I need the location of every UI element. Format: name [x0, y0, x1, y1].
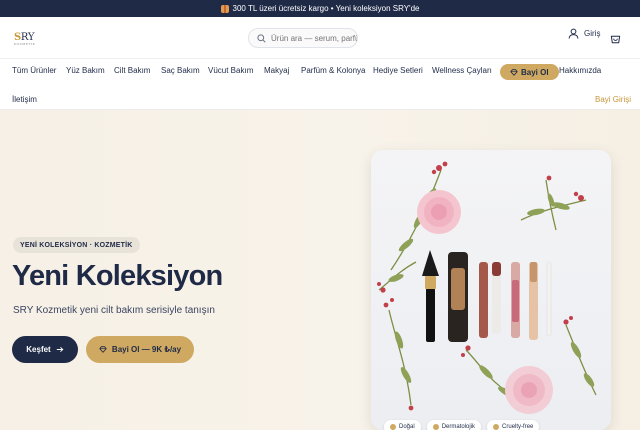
hero-title: Yeni Koleksiyon	[12, 260, 223, 292]
diamond-icon	[99, 346, 107, 353]
diamond-icon	[510, 68, 518, 76]
collection-badge: YENİ KOLEKSİYON · KOZMETİK	[13, 237, 140, 253]
logo[interactable]: SRY KOZMETİK	[14, 32, 35, 46]
nav-item-tum-urunler[interactable]: Tüm Ürünler	[12, 66, 56, 75]
become-dealer-label: Bayi Ol — 9K ₺/ay	[111, 345, 182, 354]
nav-item-hakkimizda[interactable]: Hakkımızda	[559, 66, 601, 75]
heart-icon	[493, 424, 500, 430]
nav-item-iletisim[interactable]: İletişim	[12, 95, 37, 104]
leaf-icon	[390, 424, 396, 430]
nav-item-wellness[interactable]: Wellness Çayları	[432, 66, 492, 75]
search-input[interactable]	[271, 33, 357, 43]
cosmetics-photo	[377, 161, 597, 414]
feature-chips: Doğal Dermatolojik Cruelty-free	[384, 420, 540, 430]
hero-section: YENİ KOLEKSİYON · KOZMETİK Yeni Koleksiy…	[0, 110, 640, 430]
cart-icon	[610, 35, 621, 44]
nav-item-vucut-bakim[interactable]: Vücut Bakım	[208, 66, 253, 75]
bayi-ol-label: Bayi Ol	[521, 67, 549, 77]
nav-item-hediye-setleri[interactable]: Hediye Setleri	[373, 66, 423, 75]
discover-label: Keşfet	[26, 345, 51, 354]
chip-cruelty-free: Cruelty-free	[487, 420, 540, 430]
search-box[interactable]	[248, 28, 358, 48]
nav-item-parfum[interactable]: Parfüm & Kolonya	[301, 66, 365, 75]
nav-item-cilt-bakim[interactable]: Cilt Bakım	[114, 66, 150, 75]
nav-item-sac-bakim[interactable]: Saç Bakım	[161, 66, 200, 75]
hero-product-image	[371, 150, 611, 430]
announcement-text: 300 TL üzeri ücretsiz kargo • Yeni kolek…	[232, 4, 420, 13]
main-nav: Tüm Ürünler Yüz Bakım Cilt Bakım Saç Bak…	[0, 59, 640, 110]
gift-icon	[220, 4, 229, 13]
chip-dermatolojik: Dermatolojik	[426, 420, 482, 430]
nav-item-yuz-bakim[interactable]: Yüz Bakım	[66, 66, 105, 75]
shield-icon	[432, 424, 439, 430]
hero-subtitle: SRY Kozmetik yeni cilt bakım serisiyle t…	[13, 305, 215, 316]
become-dealer-button[interactable]: Bayi Ol — 9K ₺/ay	[86, 336, 194, 363]
discover-button[interactable]: Keşfet	[12, 336, 78, 363]
search-icon	[257, 33, 266, 43]
nav-item-makyaj[interactable]: Makyaj	[264, 66, 289, 75]
login-button[interactable]: Giriş	[568, 28, 600, 39]
login-label: Giriş	[584, 29, 601, 38]
nav-bayi-ol-button[interactable]: Bayi Ol	[500, 64, 559, 80]
cart-button[interactable]	[610, 32, 621, 50]
announcement-bar: 300 TL üzeri ücretsiz kargo • Yeni kolek…	[0, 0, 640, 17]
bayi-girisi-link[interactable]: Bayi Girişi	[595, 95, 631, 104]
chip-dogal: Doğal	[384, 420, 421, 430]
site-header: SRYKOZMETİK Giriş	[0, 17, 640, 59]
user-icon	[568, 28, 579, 39]
arrow-right-icon	[56, 346, 64, 353]
